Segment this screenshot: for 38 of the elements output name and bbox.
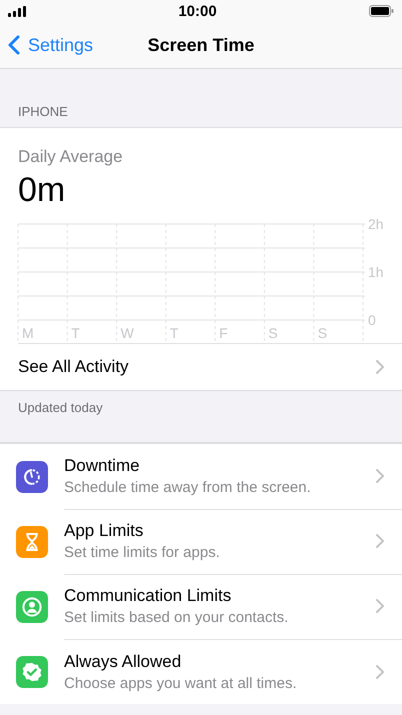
status-time: 10:00 — [178, 2, 217, 20]
feature-subtitle: Set limits based on your contacts. — [64, 609, 290, 626]
feature-row[interactable]: Always Allowed Choose apps you want at all times. — [0, 639, 402, 704]
feature-title: App Limits — [64, 521, 144, 541]
axis-label: 2h — [368, 218, 384, 232]
axis-label: 1h — [368, 264, 384, 280]
day-label: T — [170, 325, 178, 341]
day-label: T — [71, 325, 80, 341]
signal-icon — [8, 6, 26, 16]
feature-title: Always Allowed — [64, 652, 182, 672]
axis-label: 0 — [368, 312, 376, 328]
updated-note: Updated today — [18, 400, 104, 415]
day-label: S — [318, 325, 328, 341]
chevron-icon — [376, 599, 384, 613]
day-label: F — [219, 325, 228, 341]
chevron-icon — [376, 664, 384, 678]
feature-row[interactable]: App Limits Set time limits for apps. — [0, 509, 402, 574]
feature-title: Communication Limits — [64, 586, 232, 606]
screen-title: Screen Time — [148, 34, 254, 56]
battery-icon — [369, 5, 394, 17]
feature-subtitle: Choose apps you want at all times. — [64, 674, 298, 692]
chevron-icon — [376, 534, 384, 548]
daily-average-label: Daily Average — [18, 147, 124, 167]
feature-title: Downtime — [64, 456, 141, 476]
chevron-icon — [376, 469, 384, 483]
day-label: S — [268, 325, 278, 341]
section-header: IPHONE — [18, 104, 68, 119]
feature-row[interactable]: Downtime Schedule time away from the screen. — [0, 444, 402, 509]
back-button[interactable]: Settings — [8, 22, 94, 68]
feature-subtitle: Schedule time away from the screen. — [64, 479, 312, 496]
feature-row[interactable]: Communication Limits Set limits based on your contacts. — [0, 574, 402, 639]
day-label: W — [120, 325, 134, 341]
chevron-icon — [376, 360, 384, 374]
feature-subtitle: Set time limits for apps. — [64, 544, 221, 561]
see-all-activity-row[interactable]: See All Activity — [18, 343, 402, 390]
back-chevron-icon — [8, 35, 20, 55]
day-label: M — [22, 325, 34, 341]
daily-average-value: 0m — [18, 171, 66, 210]
